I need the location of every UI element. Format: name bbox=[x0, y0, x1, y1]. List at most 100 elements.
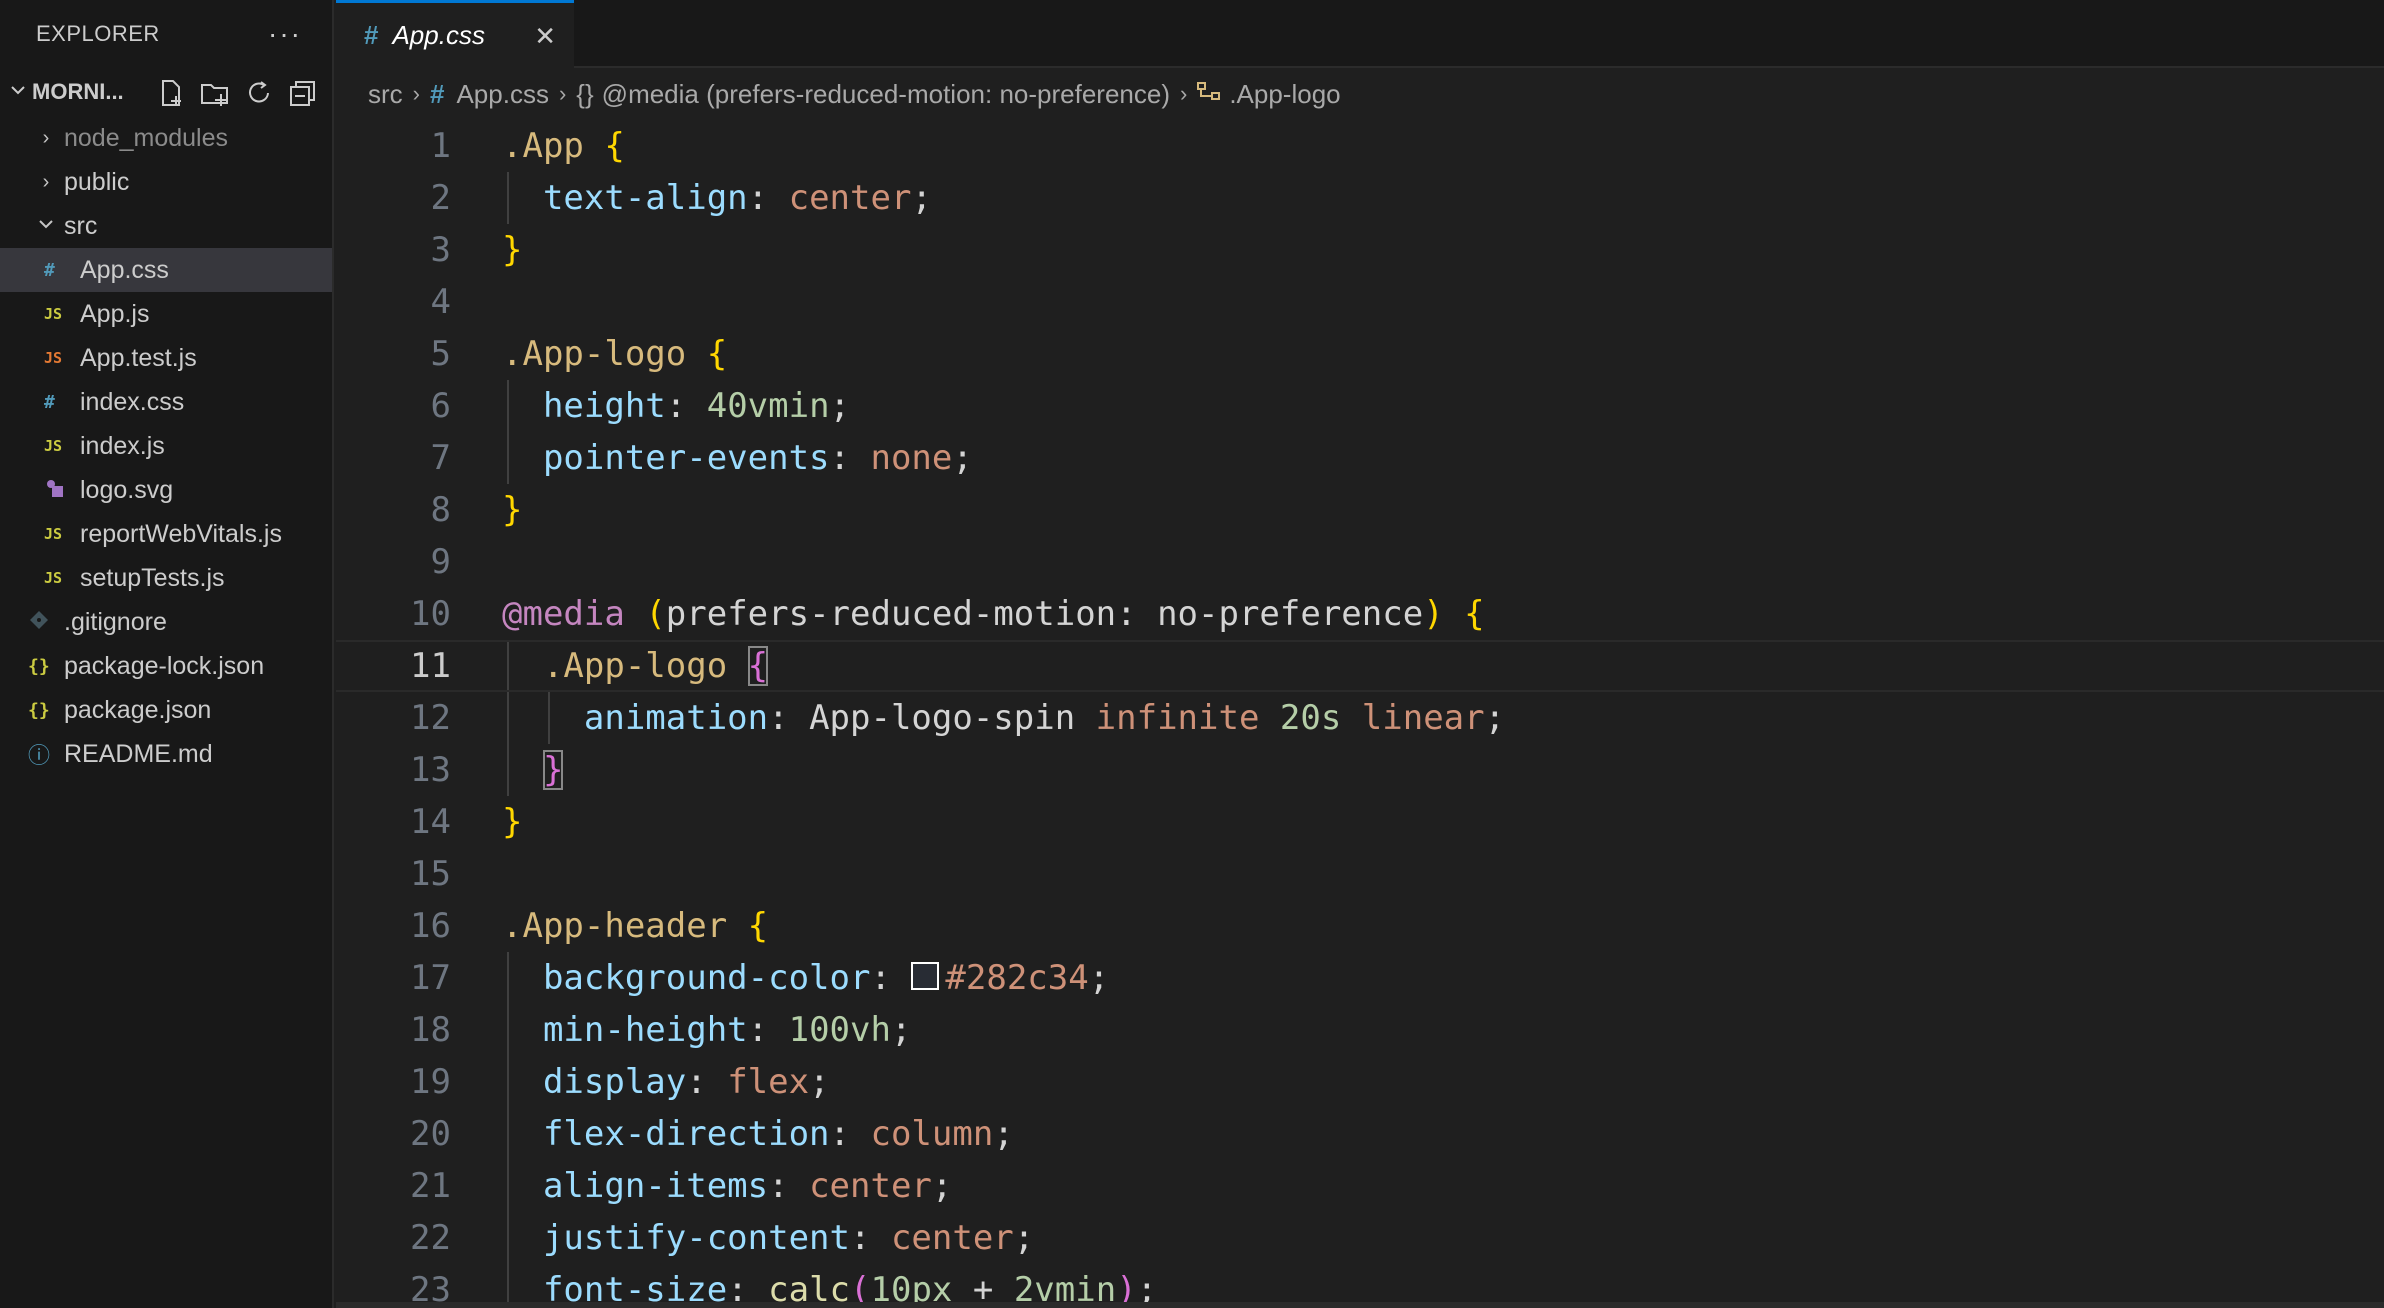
css-file-icon: # bbox=[44, 259, 55, 281]
code-token: ; bbox=[809, 1062, 830, 1102]
tree-item-package-json[interactable]: {} package.json bbox=[0, 688, 332, 732]
tree-item-src[interactable]: src bbox=[0, 204, 332, 248]
breadcrumb-file[interactable]: App.css bbox=[456, 79, 549, 110]
tree-item-label: package-lock.json bbox=[64, 651, 265, 680]
line-number: 9 bbox=[430, 542, 451, 582]
code-line[interactable]: 12 animation: App-logo-spin infinite 20s… bbox=[336, 692, 2384, 744]
collapse-all-icon[interactable] bbox=[288, 78, 318, 108]
tree-item-label: node_modules bbox=[64, 123, 229, 152]
code-token: ; bbox=[1136, 1270, 1158, 1302]
code-line[interactable]: 18 min-height: 100vh; bbox=[336, 1004, 2384, 1056]
code-line[interactable]: 23 font-size: calc(10px + 2vmin); bbox=[336, 1264, 2384, 1302]
tree-item-label: App.js bbox=[80, 299, 150, 328]
tree-item-public[interactable]: › public bbox=[0, 160, 332, 204]
code-token: { bbox=[604, 126, 625, 166]
code-line[interactable]: 17 background-color: #282c34; bbox=[336, 952, 2384, 1004]
code-token: + bbox=[952, 1270, 1014, 1302]
line-number: 5 bbox=[430, 334, 451, 374]
code-editor[interactable]: 1 .App {2 text-align: center; 3} 4 5 .App-log… bbox=[336, 120, 2384, 1302]
chevron-right-icon: › bbox=[42, 170, 50, 193]
code-token: #282c34 bbox=[945, 958, 1089, 998]
code-line[interactable]: 10 @media (prefers-reduced-motion: no-pre… bbox=[336, 588, 2384, 640]
code-line[interactable]: 22 justify-content: center; bbox=[336, 1212, 2384, 1264]
tree-item-label: setupTests.js bbox=[80, 563, 225, 592]
tree-item-package-lock-json[interactable]: {} package-lock.json bbox=[0, 644, 332, 688]
refresh-icon[interactable] bbox=[244, 78, 274, 108]
code-line[interactable]: 1 .App { bbox=[336, 120, 2384, 172]
code-token: ; bbox=[931, 1166, 953, 1206]
explorer-sidebar: EXPLORER ··· MORNI... › node_modules › p… bbox=[0, 0, 334, 1308]
code-line[interactable]: 21 align-items: center; bbox=[336, 1160, 2384, 1212]
new-folder-icon[interactable] bbox=[200, 78, 230, 108]
breadcrumb-selector[interactable]: .App-logo bbox=[1229, 79, 1340, 110]
code-token: center bbox=[890, 1218, 1014, 1258]
tree-item-app-js[interactable]: JS App.js bbox=[0, 292, 332, 336]
tree-item-index-css[interactable]: # index.css bbox=[0, 380, 332, 424]
code-line[interactable]: 19 display: flex; bbox=[336, 1056, 2384, 1108]
tree-item-gitignore[interactable]: .gitignore bbox=[0, 600, 332, 644]
code-token: justify-content bbox=[542, 1218, 850, 1258]
code-text: text-align: center; bbox=[502, 172, 932, 224]
tree-item-index-js[interactable]: JS index.js bbox=[0, 424, 332, 468]
horizontal-scrollbar[interactable] bbox=[336, 1302, 2384, 1308]
code-line[interactable]: 2 text-align: center; bbox=[336, 172, 2384, 224]
code-line[interactable]: 6 height: 40vmin; bbox=[336, 380, 2384, 432]
tree-item-node-modules[interactable]: › node_modules bbox=[0, 116, 332, 160]
tree-item-app-test-js[interactable]: JS App.test.js bbox=[0, 336, 332, 380]
code-token: height bbox=[542, 386, 666, 426]
line-number: 13 bbox=[410, 750, 451, 790]
code-token: ; bbox=[890, 1010, 912, 1050]
json-file-icon: {} bbox=[28, 655, 50, 677]
line-number: 3 bbox=[430, 230, 451, 270]
code-line[interactable]: 7 pointer-events: none; bbox=[336, 432, 2384, 484]
code-text: .App { bbox=[502, 120, 625, 172]
code-line[interactable]: 13 } bbox=[336, 744, 2384, 796]
tree-item-readme-md[interactable]: ⓘ README.md bbox=[0, 732, 332, 776]
code-token: } bbox=[502, 490, 523, 530]
js-file-icon: JS bbox=[44, 569, 63, 587]
breadcrumb-media-rule[interactable]: @media (prefers-reduced-motion: no-prefe… bbox=[602, 79, 1170, 110]
tree-item-setup-tests-js[interactable]: JS setupTests.js bbox=[0, 556, 332, 600]
code-token: } bbox=[502, 802, 523, 842]
tree-item-logo-svg[interactable]: logo.svg bbox=[0, 468, 332, 512]
close-icon[interactable]: ✕ bbox=[534, 21, 556, 52]
line-number: 16 bbox=[410, 906, 451, 946]
tab-bar: # App.css ✕ bbox=[336, 0, 2384, 68]
tree-item-report-web-vitals-js[interactable]: JS reportWebVitals.js bbox=[0, 512, 332, 556]
tab-app-css[interactable]: # App.css ✕ bbox=[336, 0, 574, 68]
code-token: animation bbox=[583, 698, 769, 738]
code-token: ( bbox=[850, 1270, 871, 1302]
more-actions-icon[interactable]: ··· bbox=[268, 18, 302, 50]
code-line[interactable]: 15 bbox=[336, 848, 2384, 900]
new-file-icon[interactable] bbox=[156, 78, 186, 108]
line-number: 19 bbox=[410, 1062, 451, 1102]
code-line[interactable]: 14} bbox=[336, 796, 2384, 848]
tree-item-label: .gitignore bbox=[64, 607, 167, 636]
line-number: 14 bbox=[410, 802, 451, 842]
line-number: 21 bbox=[410, 1166, 451, 1206]
project-root[interactable]: MORNI... bbox=[0, 68, 332, 116]
tree-item-label: reportWebVitals.js bbox=[80, 519, 282, 548]
code-token: 2vmin bbox=[1013, 1270, 1117, 1302]
code-token: .App-logo bbox=[542, 646, 748, 686]
breadcrumb-src[interactable]: src bbox=[368, 79, 403, 110]
code-line[interactable]: 9 bbox=[336, 536, 2384, 588]
line-number: 1 bbox=[430, 126, 451, 166]
code-line[interactable]: 3} bbox=[336, 224, 2384, 276]
code-line[interactable]: 11 .App-logo { bbox=[336, 640, 2384, 692]
code-line[interactable]: 4 bbox=[336, 276, 2384, 328]
code-line[interactable]: 5 .App-logo { bbox=[336, 328, 2384, 380]
code-line[interactable]: 20 flex-direction: column; bbox=[336, 1108, 2384, 1160]
code-line[interactable]: 16 .App-header { bbox=[336, 900, 2384, 952]
code-token: display bbox=[542, 1062, 687, 1102]
code-line[interactable]: 8} bbox=[336, 484, 2384, 536]
code-token: calc bbox=[768, 1270, 851, 1302]
code-token: { bbox=[747, 906, 769, 946]
color-swatch[interactable] bbox=[911, 961, 940, 990]
project-name: MORNI... bbox=[32, 79, 124, 104]
tree-item-app-css[interactable]: # App.css bbox=[0, 248, 332, 292]
